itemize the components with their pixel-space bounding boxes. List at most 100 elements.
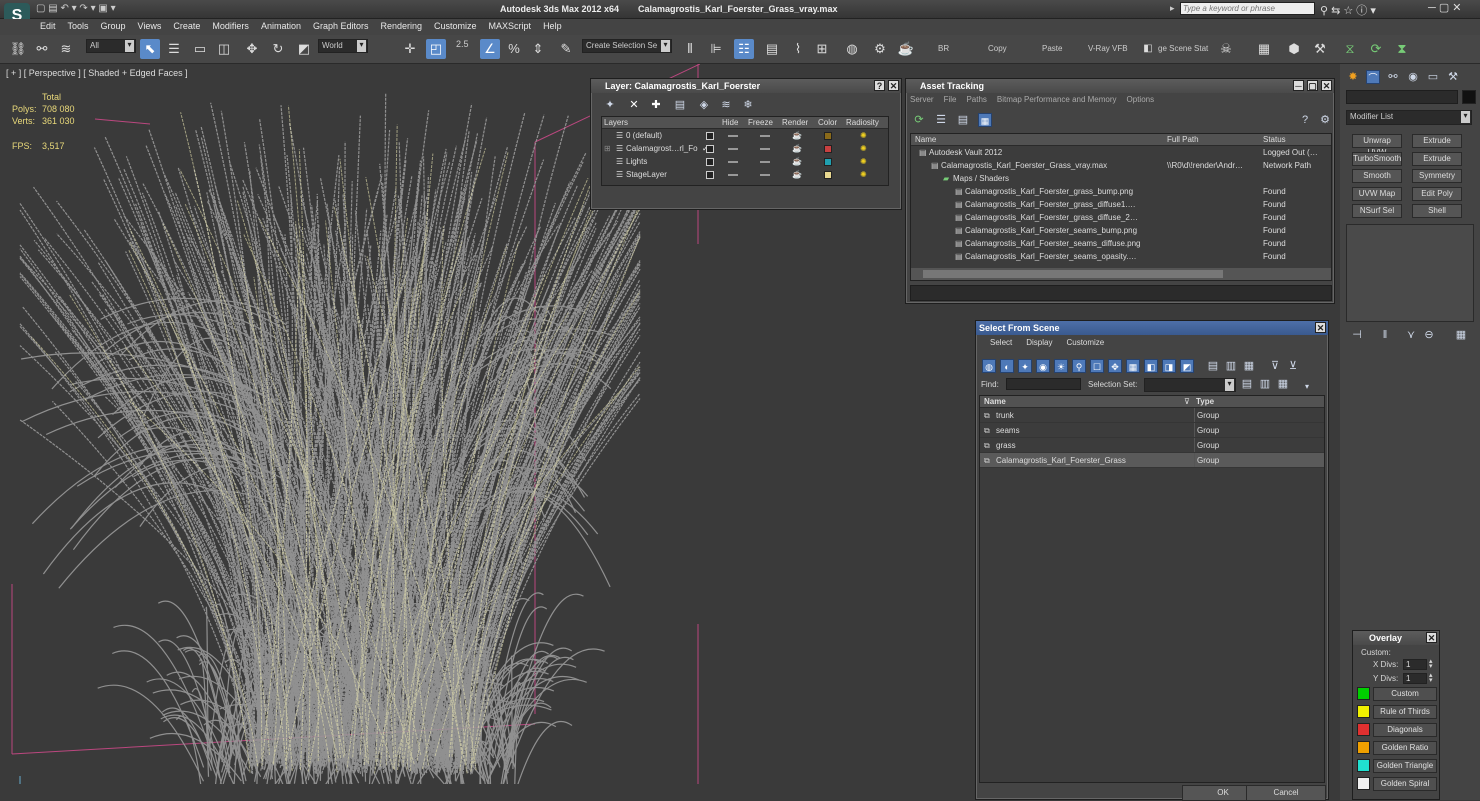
close-icon[interactable]: ✕ bbox=[1426, 632, 1437, 643]
search-arrow-icon[interactable]: ▸ bbox=[1170, 3, 1175, 14]
add-to-layer-icon[interactable]: ✚ bbox=[649, 98, 663, 112]
rect-selection-icon[interactable]: ▭ bbox=[190, 39, 210, 59]
cancel-button[interactable]: Cancel bbox=[1246, 785, 1326, 801]
horizontal-scrollbar[interactable] bbox=[911, 268, 1331, 280]
display-lights-icon[interactable]: ✦ bbox=[1018, 359, 1032, 373]
reference-coord-dropdown[interactable]: World bbox=[318, 39, 368, 53]
asset-row[interactable]: ▤ Calamagrostis_Karl_Foerster_Grass_vray.… bbox=[911, 159, 1331, 172]
asset-path-field[interactable] bbox=[910, 285, 1332, 301]
select-menu-display[interactable]: Display bbox=[1026, 338, 1052, 347]
display-groups-icon[interactable]: ☐ bbox=[1090, 359, 1104, 373]
radiosity-icon[interactable]: ✺ bbox=[860, 129, 867, 142]
display-frozen-icon[interactable]: ◨ bbox=[1162, 359, 1176, 373]
modifier-button[interactable]: Symmetry bbox=[1412, 169, 1462, 183]
col-render[interactable]: Render bbox=[782, 117, 808, 129]
menu-graph-editors[interactable]: Graph Editors bbox=[307, 19, 375, 31]
help-icon[interactable]: ? bbox=[1298, 113, 1312, 127]
overlay-color-swatch[interactable] bbox=[1357, 777, 1370, 790]
object-name-field[interactable] bbox=[1346, 90, 1458, 104]
named-selection-dropdown[interactable]: Create Selection Se bbox=[582, 39, 672, 53]
layer-row[interactable]: ☰ StageLayer ☕ ✺ bbox=[602, 168, 888, 181]
radiosity-icon[interactable]: ✺ bbox=[860, 155, 867, 168]
display-xrefs-icon[interactable]: ✥ bbox=[1108, 359, 1122, 373]
display-cameras-icon[interactable]: ◉ bbox=[1036, 359, 1050, 373]
asset-menu-server[interactable]: Server bbox=[910, 95, 934, 104]
overlay-item-button[interactable]: Golden Triangle bbox=[1373, 759, 1437, 773]
minimize-icon[interactable]: ─ bbox=[1293, 80, 1304, 91]
col-radiosity[interactable]: Radiosity bbox=[846, 117, 879, 129]
material-editor-icon[interactable]: ◍ bbox=[842, 39, 862, 59]
align-icon[interactable]: ⊫ bbox=[706, 39, 726, 59]
green-icon-2[interactable]: ⟳ bbox=[1366, 39, 1386, 59]
asset-row[interactable]: ▤ Calamagrostis_Karl_Foerster_seams_diffu… bbox=[911, 237, 1331, 250]
bind-space-warp-icon[interactable]: ≋ bbox=[56, 39, 76, 59]
col-full-path[interactable]: Full Path bbox=[1167, 134, 1199, 146]
pin-stack-icon[interactable]: ⊣ bbox=[1350, 328, 1364, 342]
layer-color-swatch[interactable] bbox=[824, 155, 832, 168]
hide-toggle[interactable] bbox=[706, 157, 714, 168]
selset-icon-3[interactable]: ▦ bbox=[1276, 377, 1290, 391]
freeze-toggle[interactable] bbox=[728, 129, 738, 142]
asset-row[interactable]: ▤ Calamagrostis_Karl_Foerster_seams_opasi… bbox=[911, 250, 1331, 263]
render-teapot-icon[interactable]: ☕ bbox=[792, 142, 802, 155]
display-geometry-icon[interactable]: ◍ bbox=[982, 359, 996, 373]
radiosity-icon[interactable]: ✺ bbox=[860, 168, 867, 181]
menu-help[interactable]: Help bbox=[537, 19, 568, 31]
copy-button[interactable]: Copy bbox=[988, 44, 1007, 53]
selset-icon-1[interactable]: ▤ bbox=[1240, 377, 1254, 391]
grid-view-icon[interactable]: ▦ bbox=[978, 113, 992, 127]
objects-icon[interactable]: ⬢ bbox=[1284, 39, 1304, 59]
scene-object-row[interactable]: ⧉ grass Group bbox=[980, 438, 1324, 453]
xdivs-arrows[interactable]: ▴ ▾ bbox=[1429, 658, 1433, 670]
container-icon[interactable]: ▦ bbox=[1254, 39, 1274, 59]
layer-name[interactable]: 0 (default) bbox=[626, 129, 716, 142]
menu-rendering[interactable]: Rendering bbox=[375, 19, 429, 31]
refresh-icon[interactable]: ⟳ bbox=[912, 113, 926, 127]
maximize-icon[interactable]: ▢ bbox=[1307, 80, 1318, 91]
search-input[interactable] bbox=[1180, 2, 1315, 15]
freeze-toggle-2[interactable] bbox=[760, 168, 770, 181]
expand-icon[interactable]: ⊞ bbox=[604, 142, 611, 155]
modifier-button[interactable]: Extrude bbox=[1412, 134, 1462, 148]
ydivs-spinner[interactable]: 1 bbox=[1403, 673, 1427, 684]
menu-maxscript[interactable]: MAXScript bbox=[483, 19, 538, 31]
curve-editor-icon[interactable]: ⌇ bbox=[788, 39, 808, 59]
asset-row[interactable]: ▤ Autodesk Vault 2012 Logged Out (… bbox=[911, 146, 1331, 159]
move-icon[interactable]: ✥ bbox=[242, 39, 262, 59]
asset-row[interactable]: ▤ Calamagrostis_Karl_Foerster_grass_diffu… bbox=[911, 198, 1331, 211]
select-manipulate-icon[interactable]: ◰ bbox=[426, 39, 446, 59]
select-menu-customize[interactable]: Customize bbox=[1066, 338, 1104, 347]
modifier-list-dropdown[interactable]: Modifier List bbox=[1346, 110, 1472, 125]
col-color[interactable]: Color bbox=[818, 117, 837, 129]
info-center-icons[interactable]: ⚲ ⇆ ☆ ⓘ ▾ bbox=[1320, 2, 1376, 18]
menu-modifiers[interactable]: Modifiers bbox=[206, 19, 255, 31]
filter-settings-icon[interactable]: ⊻ bbox=[1286, 359, 1300, 373]
br-button[interactable]: BR bbox=[938, 44, 949, 53]
asset-row[interactable]: ▤ Calamagrostis_Karl_Foerster_seams_bump.… bbox=[911, 224, 1331, 237]
asset-row[interactable]: ▤ Calamagrostis_Karl_Foerster_grass_diffu… bbox=[911, 211, 1331, 224]
scale-icon[interactable]: ◩ bbox=[294, 39, 314, 59]
hide-all-icon[interactable]: ≋ bbox=[719, 98, 733, 112]
modify-tab-icon[interactable]: ⌒ bbox=[1366, 70, 1380, 84]
display-invert-icon[interactable]: ▦ bbox=[1242, 359, 1256, 373]
toggle-ribbon-icon[interactable]: ▤ bbox=[762, 39, 782, 59]
close-icon[interactable]: ✕ bbox=[1321, 80, 1332, 91]
overlay-color-swatch[interactable] bbox=[1357, 687, 1370, 700]
utilities-tab-icon[interactable]: ⚒ bbox=[1446, 70, 1460, 84]
edit-named-selection-icon[interactable]: ✎ bbox=[556, 39, 576, 59]
unlink-icon[interactable]: ⚯ bbox=[32, 39, 52, 59]
overlay-item-button[interactable]: Golden Ratio bbox=[1373, 741, 1437, 755]
display-containers-icon[interactable]: ◧ bbox=[1144, 359, 1158, 373]
layer-row[interactable]: ⊞☰Calamagrost…rl_Fo✓☕✺ bbox=[602, 142, 888, 155]
render-teapot-icon[interactable]: ☕ bbox=[792, 129, 802, 142]
menu-group[interactable]: Group bbox=[95, 19, 132, 31]
freeze-toggle[interactable] bbox=[728, 142, 738, 155]
overlay-item-button[interactable]: Rule of Thirds bbox=[1373, 705, 1437, 719]
col-status[interactable]: Status bbox=[1263, 134, 1286, 146]
modifier-button[interactable]: Unwrap UVW bbox=[1352, 134, 1402, 157]
make-unique-icon[interactable]: ⋎ bbox=[1404, 328, 1418, 342]
radiosity-icon[interactable]: ✺ bbox=[860, 142, 867, 155]
display-helpers-icon[interactable]: ☀ bbox=[1054, 359, 1068, 373]
configure-sets-icon[interactable]: ▦ bbox=[1454, 328, 1468, 342]
menu-customize[interactable]: Customize bbox=[428, 19, 483, 31]
